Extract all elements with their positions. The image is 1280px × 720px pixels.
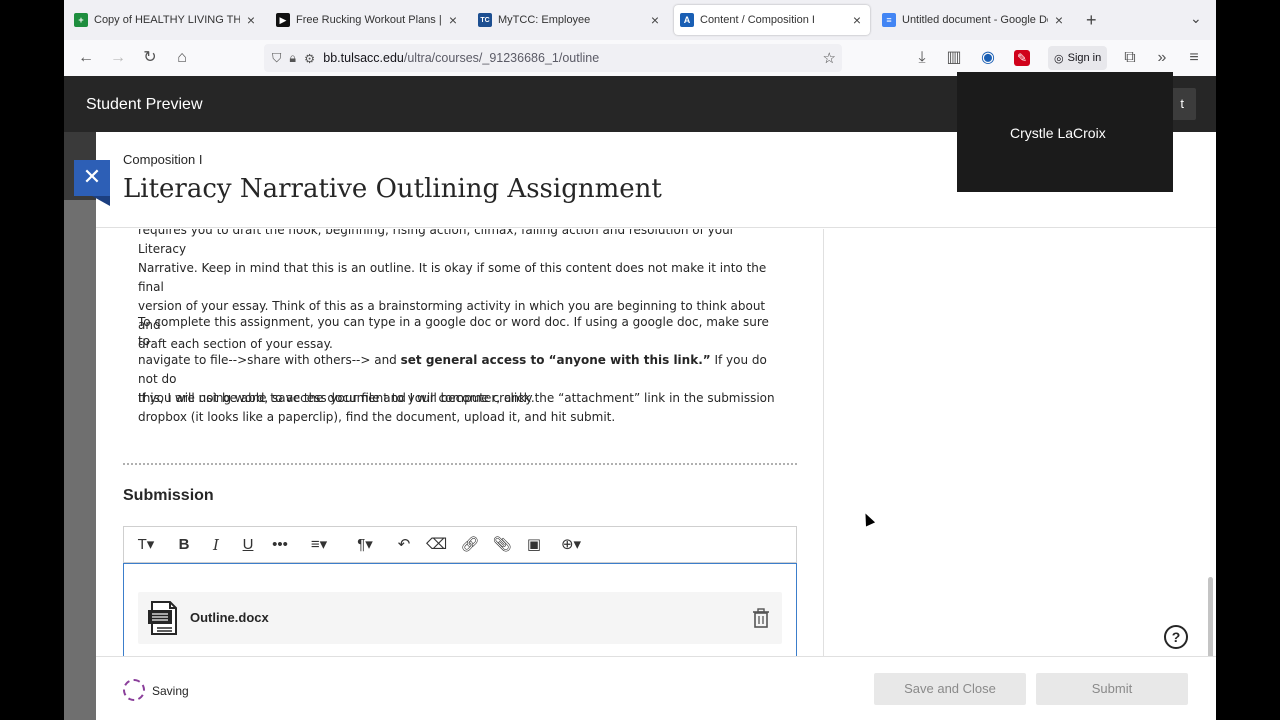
student-preview-label: Student Preview [86, 96, 203, 113]
new-tab-icon[interactable]: + [1086, 10, 1097, 31]
close-button-tail [74, 196, 110, 206]
exit-preview-label: t [1180, 96, 1184, 111]
background-course-page [64, 200, 96, 720]
close-icon[interactable]: × [1052, 12, 1066, 28]
tab-bar: + Copy of HEALTHY LIVING THRE × ▶ Free R… [64, 0, 1216, 40]
extensions-puzzle-icon[interactable]: ⧉ [1120, 48, 1140, 68]
save-and-close-label: Save and Close [904, 681, 996, 696]
close-icon[interactable]: × [244, 12, 258, 28]
browser-window: + Copy of HEALTHY LIVING THRE × ▶ Free R… [64, 0, 1216, 720]
lock-icon: 🔒︎ [289, 50, 297, 65]
text-line: navigate to file-->share with others--> … [138, 351, 778, 389]
saving-status: Saving [152, 684, 189, 698]
tab-title: Copy of HEALTHY LIVING THRE [94, 14, 240, 26]
video-call-overlay: Crystle LaCroix [957, 72, 1173, 192]
submit-label: Submit [1091, 681, 1133, 696]
close-icon: ✕ [82, 164, 102, 189]
tab-title: Untitled document - Google Doc [902, 14, 1048, 26]
text-line: If you are using word, save the document… [138, 391, 775, 405]
tab-title: Content / Composition I [700, 14, 815, 26]
extension-icon[interactable]: ◉ [978, 48, 998, 68]
assignment-panel: Composition I Literacy Narrative Outlini… [74, 132, 1216, 720]
url-path: /ultra/courses/_91236686_1/outline [403, 51, 600, 65]
url-bar[interactable]: ⛉ 🔒︎ ⚙ bb.tulsacc.edu/ultra/courses/_912… [264, 44, 842, 72]
text-line: Narrative. Keep in mind that this is an … [138, 261, 767, 294]
course-name: Composition I [123, 152, 203, 167]
link-icon[interactable]: 🔗︎ [460, 535, 480, 555]
docs-icon: ≡ [882, 13, 896, 27]
attachment-card[interactable]: Outline.docx [138, 592, 782, 644]
saving-spinner-icon [123, 679, 145, 701]
editor-toolbar: T▾ B I U ••• ≡▾ ¶▾ ↶ ⌫ 🔗︎ 📎︎ ▣ ⊕▾ [124, 527, 796, 563]
bold-icon[interactable]: B [174, 535, 194, 555]
close-icon[interactable]: × [648, 12, 662, 28]
shield-icon: ⛉ [272, 50, 282, 65]
section-divider [123, 463, 797, 465]
align-icon[interactable]: ≡▾ [304, 535, 334, 555]
close-panel-button[interactable]: ✕ [74, 160, 110, 196]
chevron-down-icon[interactable]: ⌄ [1190, 10, 1202, 27]
home-icon[interactable]: ⌂ [172, 48, 192, 68]
reload-icon[interactable]: ↻ [140, 48, 160, 68]
close-icon[interactable]: × [446, 12, 460, 28]
assignment-content: requires you to draft the hook, beginnin… [96, 229, 824, 656]
forward-icon[interactable]: → [108, 48, 128, 68]
undo-icon[interactable]: ↶ [394, 535, 414, 555]
italic-icon[interactable]: I [206, 535, 226, 555]
nav-bar: ← → ↻ ⌂ ⛉ 🔒︎ ⚙ bb.tulsacc.edu/ultra/cour… [64, 40, 1216, 76]
submit-button[interactable]: Submit [1036, 673, 1188, 705]
paragraph-icon[interactable]: ¶▾ [350, 535, 380, 555]
downloads-icon[interactable]: ⤓ [912, 48, 932, 68]
sign-in-button[interactable]: ◎ Sign in [1048, 46, 1108, 70]
sheets-icon: + [74, 13, 88, 27]
text-line: dropbox (it looks like a paperclip), fin… [138, 410, 616, 424]
trash-icon[interactable] [752, 608, 770, 628]
browser-tab[interactable]: ≡ Untitled document - Google Doc × [876, 5, 1072, 35]
help-icon: ? [1171, 629, 1181, 645]
tab-title: MyTCC: Employee [498, 14, 591, 26]
panel-footer: Saving Save and Close Submit [96, 656, 1216, 720]
save-and-close-button[interactable]: Save and Close [874, 673, 1026, 705]
insert-content-icon[interactable]: ⊕▾ [556, 535, 586, 555]
url-host: bb.tulsacc.edu [323, 51, 404, 65]
participant-name: Crystle LaCroix [1007, 124, 1109, 142]
close-icon[interactable]: × [850, 12, 864, 28]
submission-editor: T▾ B I U ••• ≡▾ ¶▾ ↶ ⌫ 🔗︎ 📎︎ ▣ ⊕▾ Outlin… [123, 526, 797, 656]
sign-in-label: Sign in [1067, 52, 1102, 64]
attachment-file-name[interactable]: Outline.docx [190, 610, 269, 625]
attachment-paperclip-icon[interactable]: 📎︎ [492, 535, 512, 555]
insert-image-icon[interactable]: ▣ [524, 535, 544, 555]
editor-content-area[interactable]: Outline.docx [123, 563, 797, 656]
overflow-chevrons-icon[interactable]: » [1152, 48, 1172, 68]
browser-tab-active[interactable]: A Content / Composition I × [674, 5, 870, 35]
more-icon[interactable]: ••• [270, 535, 290, 555]
account-icon: ◎ [1054, 52, 1064, 65]
site-favicon-icon: ▶ [276, 13, 290, 27]
sidebar-icon[interactable]: ▥ [944, 48, 964, 68]
instructions-paragraph: If you are using word, save the document… [138, 389, 778, 427]
eraser-icon[interactable]: ⌫ [426, 535, 447, 555]
blackboard-icon: A [680, 13, 694, 27]
browser-tab[interactable]: TC MyTCC: Employee × [472, 5, 668, 35]
mytcc-icon: TC [478, 13, 492, 27]
permissions-icon: ⚙ [304, 51, 316, 66]
text-style-icon[interactable]: T▾ [132, 535, 160, 555]
text-line: requires you to draft the hook, beginnin… [138, 229, 735, 256]
bookmark-star-icon[interactable]: ☆ [823, 49, 836, 67]
text-span: navigate to file-->share with others--> … [138, 353, 401, 367]
pdf-extension-icon[interactable]: ✎ [1014, 50, 1030, 66]
menu-icon[interactable]: ≡ [1184, 48, 1204, 68]
underline-icon[interactable]: U [238, 535, 258, 555]
bold-text: set general access to “anyone with this … [400, 353, 711, 367]
browser-tab[interactable]: ▶ Free Rucking Workout Plans | Bo × [270, 5, 466, 35]
text-line: To complete this assignment, you can typ… [138, 315, 769, 348]
tab-title: Free Rucking Workout Plans | Bo [296, 14, 442, 26]
assignment-title: Literacy Narrative Outlining Assignment [123, 174, 662, 204]
browser-tab[interactable]: + Copy of HEALTHY LIVING THRE × [68, 5, 264, 35]
submission-heading: Submission [123, 487, 214, 504]
back-icon[interactable]: ← [76, 48, 96, 68]
help-button[interactable]: ? [1164, 625, 1188, 649]
document-file-icon [148, 601, 177, 635]
